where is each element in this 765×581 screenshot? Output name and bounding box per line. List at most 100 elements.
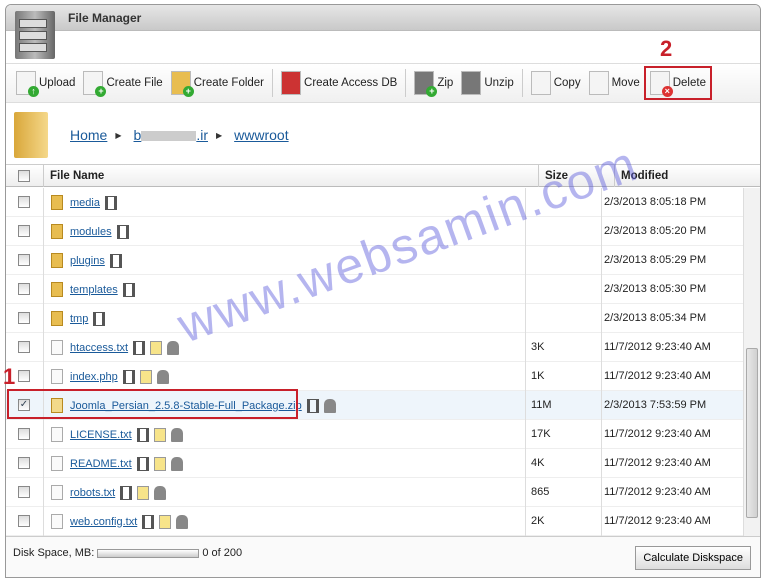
file-name-link[interactable]: robots.txt xyxy=(70,487,115,499)
toolbar-label: Delete xyxy=(672,77,706,89)
row-checkbox[interactable] xyxy=(18,428,30,440)
unzip-icon xyxy=(461,71,482,95)
select-all-checkbox[interactable] xyxy=(18,170,30,182)
table-row[interactable]: README.txt 4K 11/7/2012 9:23:40 AM xyxy=(6,449,743,478)
rename-icon[interactable] xyxy=(122,282,135,297)
rename-icon[interactable] xyxy=(104,195,117,210)
row-checkbox[interactable] xyxy=(18,515,30,527)
table-row[interactable]: robots.txt 865 11/7/2012 9:23:40 AM xyxy=(6,478,743,507)
table-row[interactable]: media 2/3/2013 8:05:18 PM xyxy=(6,188,743,217)
move-icon xyxy=(588,71,609,95)
row-checkbox[interactable] xyxy=(18,457,30,469)
lock-icon[interactable] xyxy=(176,514,189,529)
edit-icon[interactable] xyxy=(159,514,172,529)
toolbar: ↑ Upload + Create File + Create Folder Create … xyxy=(6,63,760,103)
file-name-link[interactable]: README.txt xyxy=(70,458,132,470)
upload-button[interactable]: ↑ Upload xyxy=(12,66,79,100)
folder-icon xyxy=(51,195,63,210)
lock-icon[interactable] xyxy=(323,398,336,413)
file-name-cell: README.txt xyxy=(51,449,183,478)
rename-icon[interactable] xyxy=(306,398,319,413)
file-name-link[interactable]: web.config.txt xyxy=(70,516,137,528)
rename-icon[interactable] xyxy=(116,224,129,239)
file-name-link[interactable]: htaccess.txt xyxy=(70,342,128,354)
file-name-link[interactable]: tmp xyxy=(70,313,88,325)
lock-icon[interactable] xyxy=(154,485,167,500)
file-modified: 11/7/2012 9:23:40 AM xyxy=(601,478,711,507)
breadcrumb-wwwroot[interactable]: wwwroot xyxy=(234,127,288,143)
rename-icon[interactable] xyxy=(136,427,149,442)
file-name-link[interactable]: LICENSE.txt xyxy=(70,429,132,441)
file-name-link[interactable]: templates xyxy=(70,284,118,296)
row-checkbox[interactable] xyxy=(18,254,30,266)
row-checkbox[interactable] xyxy=(18,341,30,353)
unzip-button[interactable]: Unzip xyxy=(457,66,517,100)
create-access-db-button[interactable]: Create Access DB xyxy=(277,66,401,100)
table-row[interactable]: modules 2/3/2013 8:05:20 PM xyxy=(6,217,743,246)
scrollbar[interactable] xyxy=(743,188,760,536)
file-icon xyxy=(51,456,63,471)
edit-icon[interactable] xyxy=(150,340,163,355)
table-row[interactable]: web.config.txt 2K 11/7/2012 9:23:40 AM xyxy=(6,507,743,536)
file-size xyxy=(525,304,601,333)
table-row[interactable]: htaccess.txt 3K 11/7/2012 9:23:40 AM xyxy=(6,333,743,362)
edit-icon[interactable] xyxy=(153,456,166,471)
file-name-cell: plugins xyxy=(51,246,122,275)
file-size: 1K xyxy=(525,362,601,391)
delete-button[interactable]: × Delete xyxy=(643,66,712,100)
move-button[interactable]: Move xyxy=(585,66,644,100)
lock-icon[interactable] xyxy=(167,340,180,355)
header-size[interactable]: Size xyxy=(538,165,614,187)
row-checkbox[interactable] xyxy=(18,196,30,208)
edit-icon[interactable] xyxy=(139,369,152,384)
rename-icon[interactable] xyxy=(93,311,106,326)
footer: Disk Space, MB: 0 of 200 Calculate Disks… xyxy=(6,536,760,577)
header-modified[interactable]: Modified xyxy=(614,165,760,187)
rename-icon[interactable] xyxy=(109,253,122,268)
rename-icon[interactable] xyxy=(136,456,149,471)
row-checkbox[interactable] xyxy=(18,370,30,382)
annotation-step-1: 1 xyxy=(3,364,16,389)
calculate-diskspace-button[interactable]: Calculate Diskspace xyxy=(635,546,751,570)
annotation-highlight-file xyxy=(7,389,298,419)
create-folder-button[interactable]: + Create Folder xyxy=(167,66,268,100)
edit-icon[interactable] xyxy=(137,485,150,500)
header-file-name[interactable]: File Name xyxy=(43,165,538,187)
file-name-link[interactable]: media xyxy=(70,197,100,209)
toolbar-label: Create File xyxy=(106,77,163,89)
table-row[interactable]: plugins 2/3/2013 8:05:29 PM xyxy=(6,246,743,275)
row-checkbox[interactable] xyxy=(18,283,30,295)
folder-icon xyxy=(51,311,63,326)
file-name-link[interactable]: index.php xyxy=(70,371,118,383)
file-name-cell: LICENSE.txt xyxy=(51,420,183,449)
table-row[interactable]: templates 2/3/2013 8:05:30 PM xyxy=(6,275,743,304)
breadcrumb-domain[interactable]: b .ir xyxy=(134,127,208,143)
zip-button[interactable]: + Zip xyxy=(410,66,457,100)
rename-icon[interactable] xyxy=(120,485,133,500)
folder-icon xyxy=(51,282,63,297)
row-checkbox[interactable] xyxy=(18,312,30,324)
breadcrumb-home[interactable]: Home xyxy=(70,127,107,143)
rename-icon[interactable] xyxy=(122,369,135,384)
scrollbar-thumb[interactable] xyxy=(746,348,758,518)
toolbar-label: Create Access DB xyxy=(304,77,398,89)
edit-icon[interactable] xyxy=(153,427,166,442)
rename-icon[interactable] xyxy=(142,514,155,529)
lock-icon[interactable] xyxy=(170,427,183,442)
file-name-link[interactable]: modules xyxy=(70,226,112,238)
file-size: 3K xyxy=(525,333,601,362)
row-checkbox[interactable] xyxy=(18,225,30,237)
row-checkbox[interactable] xyxy=(18,486,30,498)
lock-icon[interactable] xyxy=(156,369,169,384)
copy-button[interactable]: Copy xyxy=(527,66,585,100)
create-file-icon: + xyxy=(83,71,107,97)
domain-end: .ir xyxy=(196,127,208,143)
file-size: 2K xyxy=(525,507,601,536)
lock-icon[interactable] xyxy=(170,456,183,471)
table-row[interactable]: LICENSE.txt 17K 11/7/2012 9:23:40 AM xyxy=(6,420,743,449)
table-row[interactable]: index.php 1K 11/7/2012 9:23:40 AM xyxy=(6,362,743,391)
table-row[interactable]: tmp 2/3/2013 8:05:34 PM xyxy=(6,304,743,333)
rename-icon[interactable] xyxy=(133,340,146,355)
file-name-link[interactable]: plugins xyxy=(70,255,105,267)
create-file-button[interactable]: + Create File xyxy=(79,66,166,100)
